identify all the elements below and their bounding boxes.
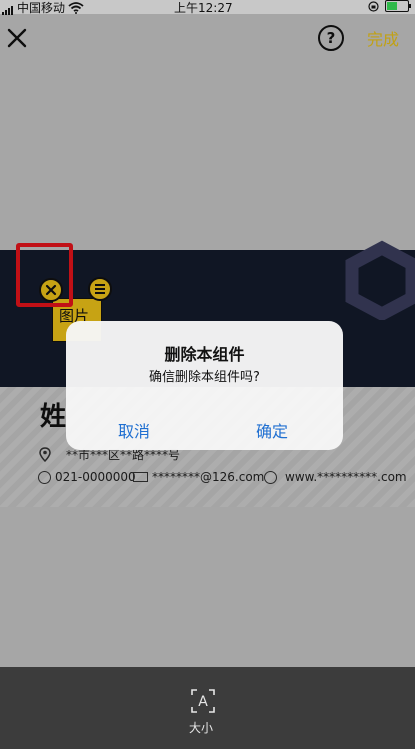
dialog-message: 确信删除本组件吗? xyxy=(149,370,260,385)
battery-icon xyxy=(385,0,411,12)
size-label[interactable]: 大小 xyxy=(189,719,213,736)
wifi-icon xyxy=(68,1,84,14)
size-icon-glyph: A xyxy=(198,694,208,710)
status-bar: 中国移动 上午12:27 xyxy=(0,0,415,15)
cancel-button[interactable]: 取消 xyxy=(118,418,150,442)
signal-icon xyxy=(2,1,14,15)
delete-confirm-dialog: 删除本组件 确信删除本组件吗? 取消 确定 xyxy=(66,321,343,450)
status-right-group xyxy=(368,0,411,12)
dialog-title: 删除本组件 xyxy=(164,345,245,364)
orientation-lock-icon xyxy=(368,0,379,12)
confirm-button[interactable]: 确定 xyxy=(256,418,288,442)
resize-text-icon[interactable]: A xyxy=(191,689,215,713)
